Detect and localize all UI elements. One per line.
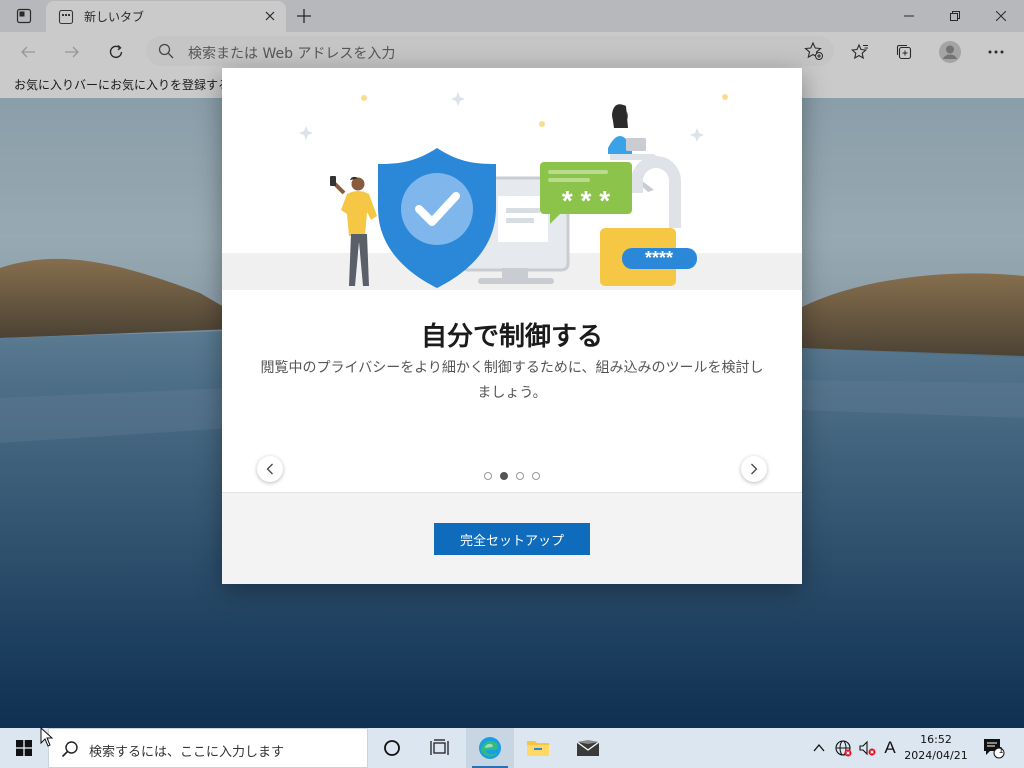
taskbar-search-placeholder: 検索するには、ここに入力します: [89, 745, 285, 760]
chevron-left-icon: [266, 463, 273, 475]
taskbar-clock[interactable]: 16:52 2024/04/21: [902, 732, 970, 764]
previous-slide-button[interactable]: [257, 456, 283, 482]
taskbar-search-box[interactable]: 検索するには、ここに入力します: [48, 728, 368, 768]
chevron-right-icon: [751, 463, 758, 475]
speaker-muted-icon: [859, 740, 876, 756]
password-mask: ****: [645, 248, 673, 268]
cortana-circle-icon: [384, 740, 400, 756]
network-status[interactable]: [832, 728, 854, 768]
notification-count: 1: [998, 746, 1004, 755]
edge-icon: [479, 737, 501, 759]
next-slide-button[interactable]: [741, 456, 767, 482]
pager-dot[interactable]: [532, 472, 540, 480]
mouse-cursor-icon: [40, 727, 54, 747]
taskbar: 検索するには、ここに入力します A 16:52 2024/04/21 1: [0, 728, 1024, 768]
complete-setup-button[interactable]: 完全セットアップ: [434, 523, 590, 555]
ime-mode-indicator[interactable]: A: [880, 728, 900, 768]
pager-dot[interactable]: [516, 472, 524, 480]
card-mask: * * *: [562, 185, 610, 216]
notification-center-button[interactable]: 1: [978, 728, 1008, 768]
privacy-illustration: **** * * *: [222, 68, 802, 290]
task-view-icon: [430, 739, 449, 755]
dialog-title: 自分で制御する: [420, 322, 603, 352]
folder-icon: [527, 741, 549, 756]
show-hidden-icons-button[interactable]: [810, 728, 828, 768]
taskbar-mail[interactable]: [564, 728, 612, 768]
windows-logo-icon: [16, 740, 32, 756]
dialog-footer: 完全セットアップ: [222, 492, 802, 584]
dialog-description: 閲覧中のプライバシーをより細かく制御するために、組み込みのツールを検討しましょう…: [260, 360, 764, 401]
pager-dot-active[interactable]: [500, 472, 508, 480]
taskbar-edge-app[interactable]: [466, 728, 514, 768]
mail-icon: [576, 740, 600, 756]
taskbar-file-explorer[interactable]: [514, 728, 562, 768]
globe-icon: [835, 740, 852, 757]
clock-time: 16:52: [920, 733, 952, 746]
task-view-button[interactable]: [416, 728, 464, 768]
cortana-button[interactable]: [368, 728, 416, 768]
chevron-up-icon: [813, 744, 825, 752]
volume-status[interactable]: [856, 728, 878, 768]
slide-pager: [484, 472, 544, 480]
search-icon: [61, 741, 78, 758]
setup-dialog: **** * * * 自分で制御する 閲覧中のプライバシーをより細かく制御するた…: [222, 68, 802, 584]
pager-dot[interactable]: [484, 472, 492, 480]
clock-date: 2024/04/21: [904, 749, 968, 762]
